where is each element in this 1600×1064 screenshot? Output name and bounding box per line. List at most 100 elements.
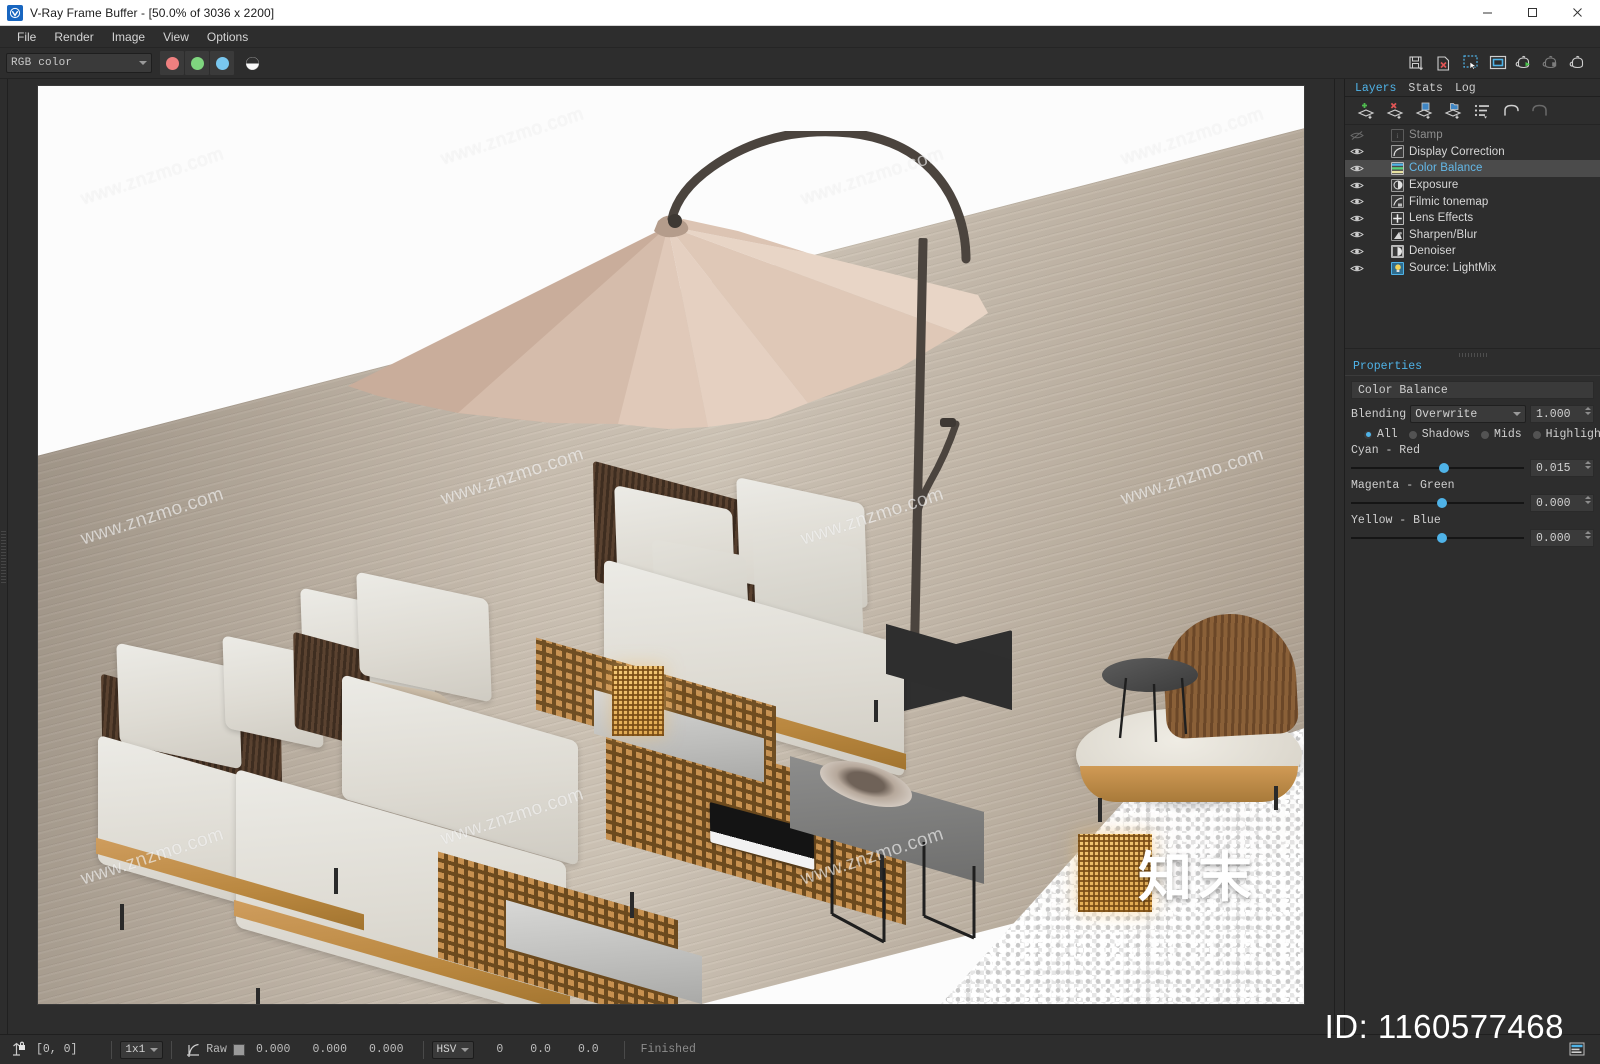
layer-label: Display Correction	[1409, 145, 1505, 158]
layer-label: Source: LightMix	[1409, 262, 1497, 275]
vray-logo-icon	[7, 4, 23, 21]
magenta-green-value-field[interactable]: 0.000	[1530, 494, 1594, 512]
menu-view[interactable]: View	[154, 28, 198, 46]
color-curve-icon[interactable]	[180, 1041, 206, 1058]
menu-options[interactable]: Options	[198, 28, 257, 46]
exposure-icon	[1391, 178, 1404, 192]
spinner-arrows-icon[interactable]	[1585, 461, 1591, 469]
render-status: Finished	[640, 1043, 696, 1056]
layer-toolbar	[1345, 97, 1600, 125]
save-layers-icon[interactable]	[1411, 99, 1437, 123]
visibility-toggle-icon[interactable]	[1347, 229, 1367, 240]
properties-tabrow: Properties	[1345, 359, 1600, 376]
region-render-icon[interactable]	[1458, 51, 1483, 75]
show-vfb-icon[interactable]	[1485, 51, 1510, 75]
cyan-red-slider[interactable]	[1351, 461, 1524, 475]
layer-row[interactable]: Denoiser	[1345, 243, 1600, 260]
visibility-toggle-icon[interactable]	[1347, 180, 1367, 191]
render-last-icon[interactable]	[1512, 51, 1537, 75]
cyan-red-row: 0.015	[1351, 459, 1594, 477]
visibility-toggle-off-icon[interactable]	[1347, 130, 1367, 141]
pixel-lock-icon[interactable]	[6, 1041, 32, 1058]
visibility-toggle-icon[interactable]	[1347, 196, 1367, 207]
raw-value-g: 0.000	[312, 1043, 347, 1056]
yellow-blue-slider[interactable]	[1351, 531, 1524, 545]
panel-layout-icon[interactable]	[1564, 1042, 1590, 1057]
alpha-channel-button[interactable]	[239, 51, 265, 75]
layer-name-field[interactable]: Color Balance	[1351, 381, 1594, 399]
redo-icon[interactable]	[1527, 99, 1553, 123]
render-canvas-area[interactable]: www.znzmo.com www.znzmo.com www.znzmo.co…	[8, 79, 1334, 1034]
radio-label: Shadows	[1421, 428, 1471, 441]
magenta-green-label: Magenta - Green	[1351, 479, 1455, 492]
visibility-toggle-icon[interactable]	[1347, 146, 1367, 157]
maximize-button[interactable]	[1510, 0, 1555, 26]
slider-knob[interactable]	[1436, 533, 1447, 543]
red-channel-button[interactable]	[160, 51, 184, 75]
green-channel-button[interactable]	[185, 51, 209, 75]
spinner-arrows-icon[interactable]	[1585, 531, 1591, 539]
raw-color-swatch[interactable]	[232, 1043, 245, 1056]
layer-row[interactable]: Color Balance	[1345, 160, 1600, 177]
layer-row[interactable]: Filmic tonemap	[1345, 193, 1600, 210]
radio-highlights[interactable]: Highlights	[1531, 428, 1600, 441]
add-layer-icon[interactable]	[1353, 99, 1379, 123]
blending-amount-field[interactable]: 1.000	[1530, 405, 1594, 423]
layer-row[interactable]: Exposure	[1345, 177, 1600, 194]
layer-row[interactable]: Display Correction	[1345, 144, 1600, 161]
sample-size-dropdown[interactable]: 1x1	[120, 1040, 164, 1059]
radio-all[interactable]: All	[1363, 428, 1398, 441]
properties-resize-grip[interactable]	[1457, 353, 1488, 357]
radio-mids[interactable]: Mids	[1480, 428, 1522, 441]
slider-knob[interactable]	[1436, 498, 1447, 508]
round-side-table-legs	[1118, 677, 1188, 743]
blue-channel-button[interactable]	[210, 51, 234, 75]
layer-row[interactable]: Source: LightMix	[1345, 260, 1600, 277]
clear-image-icon[interactable]	[1431, 51, 1456, 75]
layers-list[interactable]: i Stamp Display Correction Color Balance…	[1345, 125, 1600, 349]
render-interactive-icon[interactable]	[1566, 51, 1591, 75]
raw-value-b: 0.000	[368, 1043, 404, 1056]
spinner-arrows-icon[interactable]	[1585, 496, 1591, 504]
radio-label: Mids	[1494, 428, 1522, 441]
layer-row[interactable]: Sharpen/Blur	[1345, 227, 1600, 244]
raw-label: Raw	[206, 1043, 227, 1056]
chevron-down-icon	[1513, 412, 1521, 416]
lounge-chair-leg-2	[1274, 786, 1278, 810]
tab-log[interactable]: Log	[1451, 81, 1484, 96]
color-mode-dropdown[interactable]: HSV	[431, 1040, 475, 1059]
right-splitter[interactable]	[1334, 79, 1344, 1034]
load-layers-icon[interactable]	[1440, 99, 1466, 123]
menu-image[interactable]: Image	[103, 28, 154, 46]
render-stop-icon[interactable]	[1539, 51, 1564, 75]
hsv-value-v: 0.0	[577, 1043, 599, 1056]
layer-presets-icon[interactable]	[1469, 99, 1495, 123]
slider-knob[interactable]	[1438, 463, 1449, 473]
menu-file[interactable]: File	[8, 28, 45, 46]
layer-row[interactable]: i Stamp	[1345, 127, 1600, 144]
layer-row[interactable]: Lens Effects	[1345, 210, 1600, 227]
tab-properties[interactable]: Properties	[1351, 360, 1428, 375]
channel-select-dropdown[interactable]: RGB color	[6, 53, 152, 73]
tab-stats[interactable]: Stats	[1404, 81, 1451, 96]
minimize-button[interactable]	[1465, 0, 1510, 26]
spinner-arrows-icon[interactable]	[1585, 407, 1591, 415]
visibility-toggle-icon[interactable]	[1347, 213, 1367, 224]
magenta-green-slider[interactable]	[1351, 496, 1524, 510]
radio-shadows[interactable]: Shadows	[1407, 428, 1471, 441]
visibility-toggle-icon[interactable]	[1347, 163, 1367, 174]
visibility-toggle-icon[interactable]	[1347, 263, 1367, 274]
undo-icon[interactable]	[1498, 99, 1524, 123]
left-splitter[interactable]	[0, 79, 8, 1034]
cyan-red-value-field[interactable]: 0.015	[1530, 459, 1594, 477]
visibility-toggle-icon[interactable]	[1347, 246, 1367, 257]
menu-render[interactable]: Render	[45, 28, 102, 46]
tab-layers[interactable]: Layers	[1351, 81, 1404, 96]
asset-id-watermark: ID: 1160577468	[1324, 1008, 1564, 1045]
yellow-blue-value-field[interactable]: 0.000	[1530, 529, 1594, 547]
close-button[interactable]	[1555, 0, 1600, 26]
rendered-image[interactable]: www.znzmo.com www.znzmo.com www.znzmo.co…	[37, 85, 1305, 1005]
save-image-icon[interactable]	[1404, 51, 1429, 75]
delete-layer-icon[interactable]	[1382, 99, 1408, 123]
blending-mode-dropdown[interactable]: Overwrite	[1410, 405, 1526, 423]
